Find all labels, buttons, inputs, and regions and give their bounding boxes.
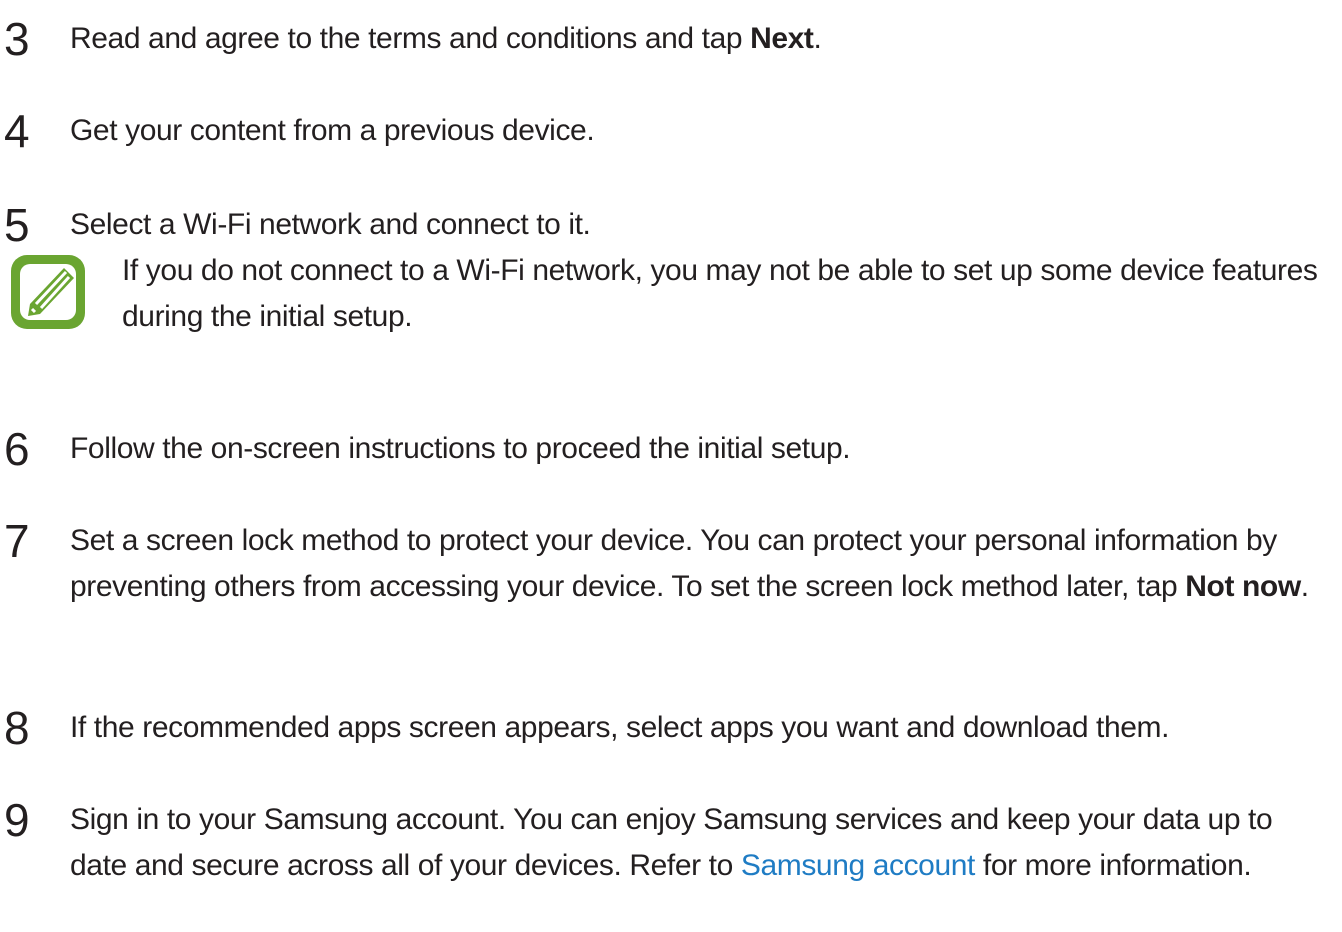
step-number: 9	[4, 794, 30, 846]
step-text: Set a screen lock method to protect your…	[70, 518, 1328, 610]
step-number: 3	[4, 13, 30, 65]
step-number: 4	[4, 105, 30, 157]
step-number: 8	[4, 702, 30, 754]
step-number: 6	[4, 423, 30, 475]
step-text-part: Set a screen lock method to protect your…	[70, 524, 1277, 603]
note-pencil-icon	[11, 255, 85, 329]
step-text: Sign in to your Samsung account. You can…	[70, 797, 1328, 889]
next-label: Next	[750, 22, 814, 55]
step-text: If the recommended apps screen appears, …	[70, 711, 1170, 744]
step-text: Get your content from a previous device.	[70, 114, 595, 147]
step-text: Read and agree to the terms and conditio…	[70, 16, 1328, 62]
not-now-label: Not now	[1185, 570, 1301, 603]
samsung-account-link[interactable]: Samsung account	[741, 849, 976, 882]
step-number: 7	[4, 515, 30, 567]
step-number: 5	[4, 199, 30, 251]
step-text-part: for more information.	[974, 849, 1252, 882]
step-text: Select a Wi-Fi network and connect to it…	[70, 208, 591, 241]
step-text-part: .	[813, 22, 822, 55]
step-text-part: Read and agree to the terms and conditio…	[70, 22, 751, 55]
step-text-part: .	[1300, 570, 1309, 603]
note-text: If you do not connect to a Wi-Fi network…	[122, 254, 1318, 333]
step-text: Follow the on-screen instructions to pro…	[70, 432, 851, 465]
